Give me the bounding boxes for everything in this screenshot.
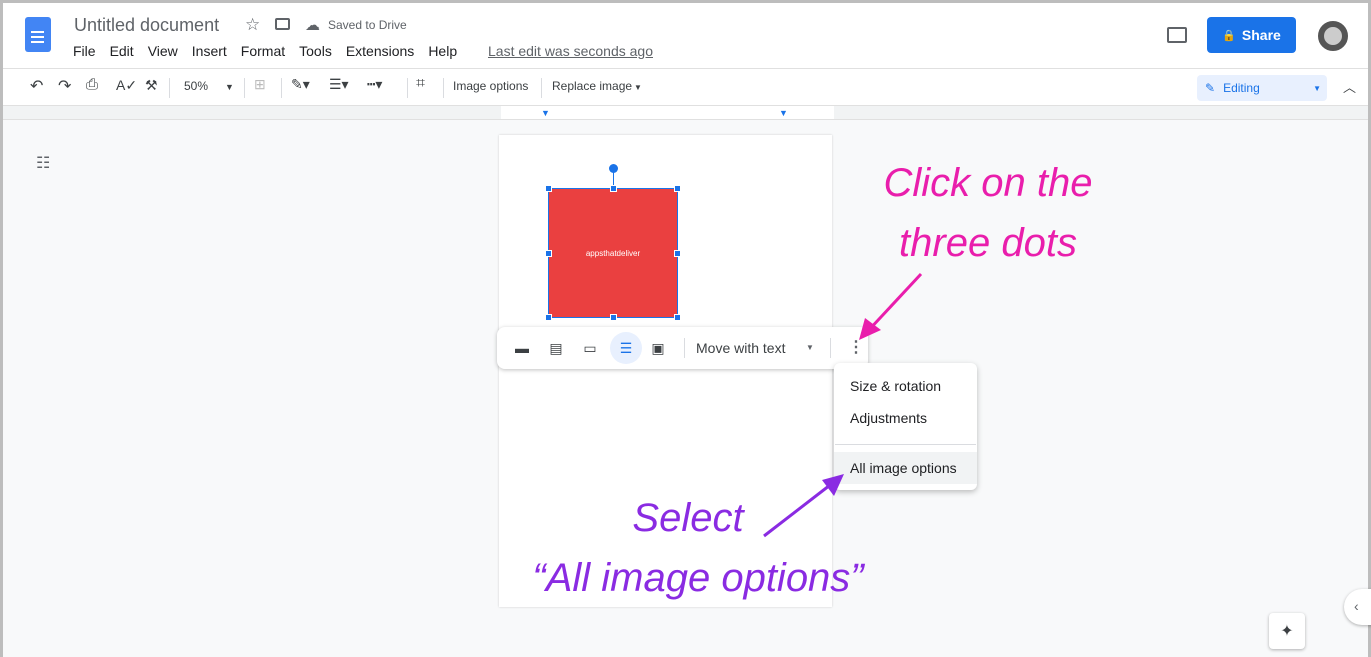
image-options-button[interactable]: Image options xyxy=(453,79,528,93)
more-options-menu: Size & rotation Adjustments All image op… xyxy=(834,363,977,490)
break-text-icon[interactable]: ▭ xyxy=(577,335,603,361)
left-indent-marker[interactable]: ▼ xyxy=(541,108,550,118)
border-dash-icon[interactable]: ┅▾ xyxy=(367,76,382,93)
lock-icon: 🔒 xyxy=(1222,29,1236,42)
menu-item-all-image-options[interactable]: All image options xyxy=(834,452,977,484)
wrap-text-icon[interactable]: ▤ xyxy=(543,335,569,361)
share-label: Share xyxy=(1241,27,1281,43)
resize-handle[interactable] xyxy=(674,314,681,321)
ruler[interactable]: ▼ ▼ xyxy=(3,106,1368,120)
resize-handle[interactable] xyxy=(674,185,681,192)
rotate-handle[interactable] xyxy=(609,164,618,173)
annotation-purple-all-options: “All image options” xyxy=(532,556,864,600)
purple-arrow xyxy=(763,474,844,538)
resize-handle[interactable] xyxy=(545,314,552,321)
redo-icon[interactable]: ↷ xyxy=(58,76,71,96)
spellcheck-icon[interactable]: A✓ xyxy=(116,77,137,94)
cloud-icon: ☁ xyxy=(305,17,320,34)
inline-wrap-icon[interactable]: ▬ xyxy=(509,335,535,361)
behind-text-icon[interactable]: ☰ xyxy=(610,332,642,364)
collapse-toolbar-icon[interactable]: ︿ xyxy=(1343,77,1356,96)
last-edit-link[interactable]: Last edit was seconds ago xyxy=(488,43,653,59)
replace-image-button[interactable]: Replace image xyxy=(552,79,632,93)
explore-button[interactable]: ✦ xyxy=(1269,613,1305,649)
resize-handle[interactable] xyxy=(545,250,552,257)
menu-format[interactable]: Format xyxy=(241,43,285,59)
editing-label: Editing xyxy=(1223,81,1260,95)
move-folder-icon[interactable] xyxy=(275,18,290,30)
mode-chevron-icon: ▼ xyxy=(1313,83,1321,93)
resize-handle[interactable] xyxy=(610,185,617,192)
menu-file[interactable]: File xyxy=(73,43,96,59)
outline-icon[interactable]: ☷ xyxy=(36,153,50,173)
menu-item-size-rotation[interactable]: Size & rotation xyxy=(834,370,977,402)
explore-icon: ✦ xyxy=(1280,623,1294,640)
border-color-icon[interactable]: ✎▾ xyxy=(291,76,310,93)
image-text: appsthatdeliver xyxy=(585,248,641,258)
add-comment-icon[interactable]: ⊞ xyxy=(254,76,266,93)
menu-edit[interactable]: Edit xyxy=(110,43,134,59)
zoom-chevron-icon[interactable]: ▼ xyxy=(225,82,234,92)
star-icon[interactable]: ☆ xyxy=(245,15,260,35)
selected-image[interactable]: appsthatdeliver xyxy=(545,185,681,321)
image-wrap-toolbar: ▬ ▤ ▭ ☰ ▣ Move with text ▼ ⋮ xyxy=(497,327,868,369)
menu-view[interactable]: View xyxy=(148,43,178,59)
pencil-icon: ✎ xyxy=(1205,81,1216,95)
menu-insert[interactable]: Insert xyxy=(192,43,227,59)
resize-handle[interactable] xyxy=(545,185,552,192)
menu-help[interactable]: Help xyxy=(428,43,457,59)
comments-icon[interactable] xyxy=(1167,27,1187,43)
editing-mode-select[interactable]: ✎ Editing ▼ xyxy=(1197,75,1327,101)
annotation-pink: Click on the three dots xyxy=(883,161,1093,265)
header: Untitled document ☆ ☁ Saved to Drive Fil… xyxy=(3,3,1368,68)
share-button[interactable]: 🔒 Share xyxy=(1207,17,1296,53)
resize-handle[interactable] xyxy=(610,314,617,321)
menu-extensions[interactable]: Extensions xyxy=(346,43,414,59)
toolbar: ↶ ↷ ⎙ A✓ ⚒ 50% ▼ ⊞ ✎▾ ☰▾ ┅▾ ⌗ Image opti… xyxy=(3,68,1368,106)
print-icon[interactable]: ⎙ xyxy=(86,76,98,93)
menu-tools[interactable]: Tools xyxy=(299,43,332,59)
doc-title[interactable]: Untitled document xyxy=(74,15,219,36)
position-select[interactable]: Move with text xyxy=(696,340,785,356)
save-status: Saved to Drive xyxy=(328,18,407,32)
docs-logo-icon[interactable] xyxy=(25,17,51,52)
avatar[interactable] xyxy=(1318,21,1348,51)
right-indent-marker[interactable]: ▼ xyxy=(779,108,788,118)
paint-format-icon[interactable]: ⚒ xyxy=(145,77,158,94)
menu-divider xyxy=(835,444,976,445)
crop-icon[interactable]: ⌗ xyxy=(416,75,425,93)
border-weight-icon[interactable]: ☰▾ xyxy=(329,76,349,93)
menu-bar: File Edit View Insert Format Tools Extensions H… xyxy=(73,43,471,61)
replace-chevron-icon: ▼ xyxy=(634,83,642,92)
in-front-of-text-icon[interactable]: ▣ xyxy=(645,335,671,361)
zoom-select[interactable]: 50% xyxy=(184,79,208,93)
menu-item-adjustments[interactable]: Adjustments xyxy=(834,402,977,434)
resize-handle[interactable] xyxy=(674,250,681,257)
pink-arrow xyxy=(859,272,923,340)
position-chevron-icon[interactable]: ▼ xyxy=(806,343,814,352)
undo-icon[interactable]: ↶ xyxy=(30,76,43,96)
